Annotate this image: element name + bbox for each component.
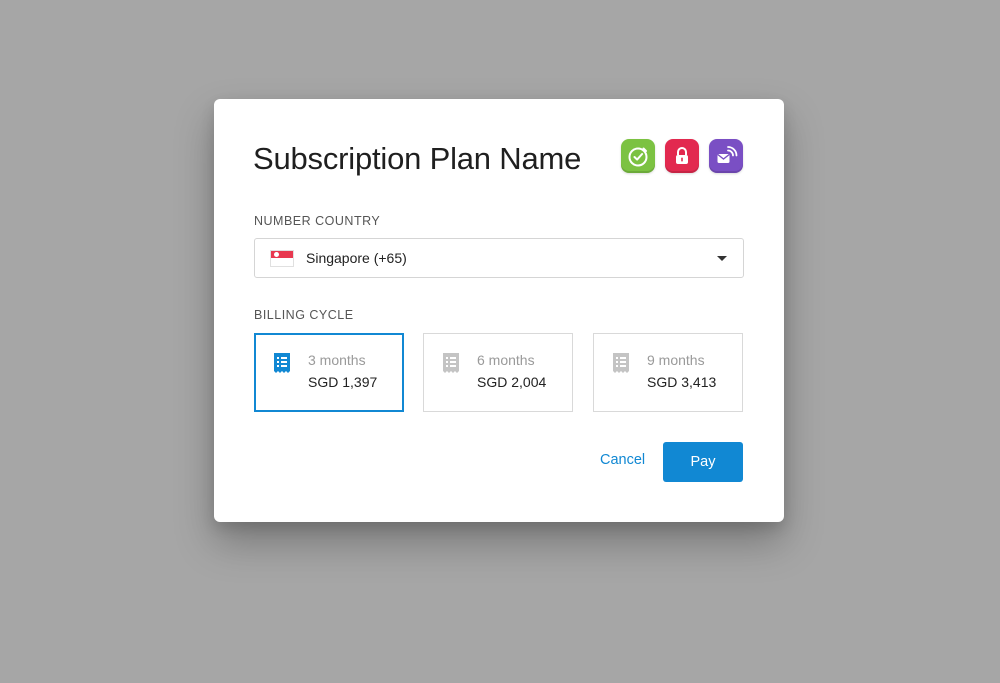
- pay-button[interactable]: Pay: [663, 442, 743, 482]
- billing-cycle-label: BILLING CYCLE: [254, 308, 354, 322]
- country-label: NUMBER COUNTRY: [254, 214, 381, 228]
- dialog-title: Subscription Plan Name: [253, 141, 582, 176]
- country-select-value: Singapore (+65): [306, 250, 407, 266]
- billing-price: SGD 3,413: [647, 374, 717, 390]
- document-list-icon: [442, 353, 460, 378]
- billing-cycle-options: 3 months SGD 1,397 6 months SGD 2,004 9 …: [254, 333, 744, 412]
- billing-option-6-months[interactable]: 6 months SGD 2,004: [423, 333, 573, 412]
- message-app-icon: [709, 139, 743, 173]
- billing-period: 3 months: [308, 352, 366, 368]
- chevron-down-icon: [717, 256, 727, 261]
- app-icons: [621, 139, 743, 173]
- timer-app-icon: [621, 139, 655, 173]
- billing-option-3-months[interactable]: 3 months SGD 1,397: [254, 333, 404, 412]
- country-select[interactable]: Singapore (+65): [254, 238, 744, 278]
- billing-period: 9 months: [647, 352, 705, 368]
- billing-price: SGD 1,397: [308, 374, 378, 390]
- subscription-dialog: Subscription Plan Name NUMBER COUNTRY Si…: [214, 99, 784, 522]
- document-list-icon: [612, 353, 630, 378]
- billing-option-9-months[interactable]: 9 months SGD 3,413: [593, 333, 743, 412]
- billing-period: 6 months: [477, 352, 535, 368]
- lock-app-icon: [665, 139, 699, 173]
- cancel-button[interactable]: Cancel: [600, 452, 645, 468]
- singapore-flag-icon: [270, 249, 294, 267]
- billing-price: SGD 2,004: [477, 374, 547, 390]
- document-list-icon: [273, 353, 291, 378]
